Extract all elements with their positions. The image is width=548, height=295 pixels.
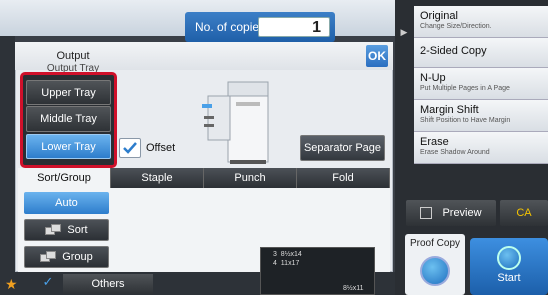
copier-machine-image	[202, 81, 269, 164]
preview-label: Preview	[442, 207, 482, 219]
preview-button[interactable]: Preview	[406, 200, 496, 226]
collapse-arrow-icon[interactable]: ▶	[396, 20, 412, 44]
ok-button[interactable]: OK	[366, 45, 388, 67]
start-diamond-icon	[497, 246, 521, 270]
menu-sub: Shift Position to Have Margin	[420, 117, 511, 124]
start-label: Start	[497, 272, 521, 284]
tab-sort-group[interactable]: Sort/Group	[18, 168, 111, 188]
output-title: Output	[56, 50, 90, 62]
group-button[interactable]: Group	[24, 246, 109, 268]
paper-tray-status: 3 8½x14 4 11x17 8½x11	[260, 247, 375, 295]
tab-fold[interactable]: Fold	[297, 168, 390, 188]
sort-label: Sort	[67, 224, 88, 236]
paper-row-4: 4 11x17	[273, 260, 299, 267]
upper-tray-button[interactable]: Upper Tray	[26, 80, 111, 105]
menu-title: Margin Shift	[420, 104, 479, 116]
menu-sub: Change Size/Direction.	[420, 23, 492, 30]
menu-title: Original	[420, 10, 458, 22]
clear-all-button[interactable]: CA	[500, 200, 548, 226]
preview-icon	[420, 207, 433, 219]
menu-title: Erase	[420, 136, 449, 148]
auto-button[interactable]: Auto	[24, 192, 109, 214]
offset-checkbox[interactable]	[119, 138, 141, 158]
copies-input[interactable]: 1	[258, 17, 330, 37]
copies-label: No. of copies	[195, 20, 266, 34]
others-button[interactable]: Others	[63, 274, 153, 294]
paper-size: 8½x14	[280, 251, 302, 258]
tab-punch[interactable]: Punch	[204, 168, 297, 188]
menu-original[interactable]: Original Change Size/Direction.	[414, 6, 548, 38]
paper-size: 11x17	[280, 260, 300, 267]
sort-stack-icon	[45, 224, 63, 236]
paper-slot: 4	[273, 260, 277, 267]
output-subtitle: Output Tray	[46, 63, 100, 72]
tab-staple[interactable]: Staple	[111, 168, 204, 188]
lower-tray-button[interactable]: Lower Tray	[26, 134, 111, 159]
paper-slot: 3	[273, 251, 277, 258]
left-edge-panel	[0, 36, 15, 295]
menu-sub: Erase Shadow Around	[420, 149, 490, 156]
proof-diamond-icon	[420, 256, 450, 286]
menu-erase[interactable]: Erase Erase Shadow Around	[414, 132, 548, 164]
sort-button[interactable]: Sort	[24, 219, 109, 241]
proof-copy-label: Proof Copy	[409, 238, 461, 249]
offset-label: Offset	[146, 142, 176, 154]
paper-row-3: 3 8½x14	[273, 251, 302, 258]
menu-n-up[interactable]: N-Up Put Multiple Pages in A Page	[414, 68, 548, 100]
menu-2-sided-copy[interactable]: 2-Sided Copy	[414, 38, 548, 68]
finishing-tabs: Sort/Group Staple Punch Fold	[18, 168, 390, 188]
menu-title: N-Up	[420, 72, 446, 84]
favorite-star-icon[interactable]: ★	[5, 276, 18, 293]
menu-title: 2-Sided Copy	[420, 45, 487, 57]
checkmark-icon[interactable]: ✓	[38, 274, 58, 292]
middle-tray-button[interactable]: Middle Tray	[26, 106, 111, 132]
menu-margin-shift[interactable]: Margin Shift Shift Position to Have Marg…	[414, 100, 548, 132]
group-stack-icon	[40, 251, 58, 263]
separator-page-button[interactable]: Separator Page	[300, 135, 385, 161]
check-icon	[123, 142, 137, 154]
paper-size-extra: 8½x11	[343, 285, 364, 292]
group-label: Group	[62, 251, 93, 263]
menu-sub: Put Multiple Pages in A Page	[420, 85, 510, 92]
